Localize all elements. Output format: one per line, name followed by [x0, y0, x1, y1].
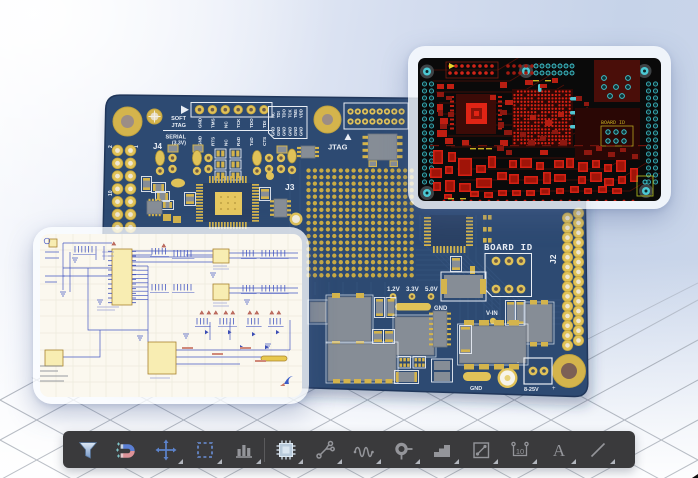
svg-text:RTS: RTS	[210, 137, 215, 146]
svg-text:J3: J3	[285, 182, 295, 192]
svg-text:SOFT: SOFT	[171, 116, 186, 122]
svg-text:GND: GND	[282, 127, 287, 136]
svg-text:NC: NC	[223, 121, 228, 128]
svg-text:BOARD ID: BOARD ID	[601, 120, 625, 126]
svg-text:TMS: TMS	[293, 109, 298, 118]
svg-text:10: 10	[515, 447, 523, 456]
svg-text:JTAG: JTAG	[171, 123, 186, 129]
svg-text:TxD: TxD	[249, 137, 254, 146]
svg-text:+: +	[552, 386, 556, 392]
svg-text:GND: GND	[276, 127, 281, 136]
svg-text:3.3V: 3.3V	[406, 286, 420, 293]
svg-text:A: A	[552, 441, 565, 460]
svg-text:8-25V: 8-25V	[524, 387, 539, 393]
svg-text:GND: GND	[271, 127, 276, 136]
svg-text:NC: NC	[271, 112, 276, 118]
svg-text:GND: GND	[293, 127, 298, 136]
svg-text:TDI: TDI	[276, 111, 281, 118]
svg-text:5.0V: 5.0V	[425, 286, 439, 293]
svg-text:GND: GND	[198, 117, 203, 128]
svg-text:1.2V: 1.2V	[387, 286, 401, 293]
svg-text:GND: GND	[299, 127, 304, 136]
svg-text:TDO: TDO	[282, 108, 287, 118]
svg-text:VDD: VDD	[299, 109, 304, 118]
svg-text:TDO: TDO	[249, 118, 254, 128]
svg-text:J4: J4	[153, 142, 162, 151]
svg-text:TDI: TDI	[262, 121, 267, 128]
svg-text:J2: J2	[548, 254, 558, 264]
svg-text:GND: GND	[198, 135, 203, 146]
svg-text:-: -	[517, 360, 519, 366]
svg-text:NC: NC	[223, 139, 228, 146]
svg-text:BOARD ID: BOARD ID	[484, 243, 533, 253]
svg-text:TCK: TCK	[287, 109, 292, 118]
svg-text:V-IN: V-IN	[486, 311, 498, 317]
svg-text:TCK: TCK	[236, 118, 241, 128]
svg-text:GND: GND	[470, 386, 482, 392]
svg-text:CTS: CTS	[262, 137, 267, 146]
svg-text:GND: GND	[287, 127, 292, 136]
svg-text:RxD: RxD	[236, 136, 241, 146]
svg-text:JTAG: JTAG	[328, 143, 348, 152]
svg-text:TMS: TMS	[210, 118, 215, 128]
